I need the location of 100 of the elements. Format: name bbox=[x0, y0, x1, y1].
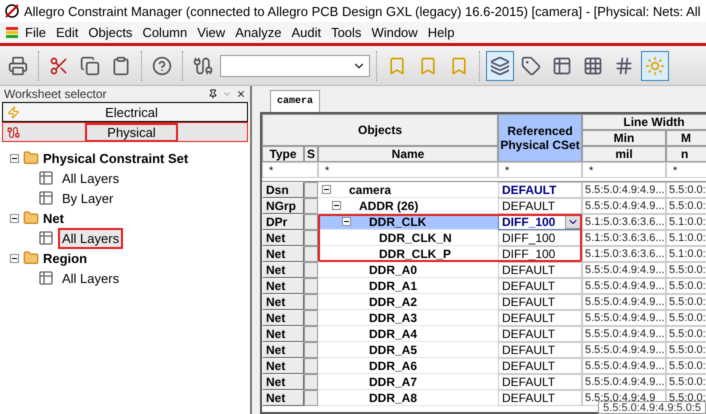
status-cell[interactable] bbox=[304, 358, 318, 374]
filter-combo[interactable] bbox=[220, 54, 370, 76]
cset-cell[interactable]: DIFF_100 bbox=[498, 214, 582, 230]
cset-cell[interactable]: DEFAULT bbox=[498, 326, 582, 342]
tree-item[interactable]: All Layers bbox=[58, 168, 124, 188]
status-cell[interactable] bbox=[304, 326, 318, 342]
cset-cell[interactable]: DEFAULT bbox=[498, 182, 582, 198]
worksheet-tab[interactable]: Electrical bbox=[2, 102, 248, 122]
type-cell[interactable]: Net bbox=[262, 262, 304, 278]
cset-cell[interactable]: DEFAULT bbox=[498, 294, 582, 310]
collapse-icon[interactable] bbox=[10, 154, 19, 162]
type-cell[interactable]: Net bbox=[262, 278, 304, 294]
menu-item[interactable]: Edit bbox=[50, 25, 84, 40]
worksheet-tab[interactable]: Physical bbox=[2, 122, 248, 142]
type-cell[interactable]: NGrp bbox=[262, 198, 304, 214]
tree-group[interactable]: Region bbox=[43, 250, 88, 266]
status-cell[interactable] bbox=[304, 246, 318, 262]
status-cell[interactable] bbox=[304, 262, 318, 278]
filter-cell[interactable]: * bbox=[498, 162, 582, 178]
name-cell[interactable]: ADDR (26) bbox=[318, 198, 498, 214]
tree-group[interactable]: Net bbox=[43, 210, 64, 226]
sun-icon[interactable] bbox=[641, 50, 669, 80]
collapse-icon[interactable] bbox=[10, 214, 19, 222]
menu-item[interactable]: Objects bbox=[83, 25, 138, 40]
collapse-icon[interactable] bbox=[342, 217, 351, 226]
name-cell[interactable]: camera bbox=[318, 182, 498, 198]
close-icon[interactable] bbox=[236, 89, 246, 99]
cset-cell[interactable]: DEFAULT bbox=[498, 374, 582, 390]
status-cell[interactable] bbox=[304, 230, 318, 246]
pin-icon[interactable] bbox=[208, 89, 218, 99]
status-cell[interactable] bbox=[304, 390, 318, 406]
table-cell: 5.5:5.0:4.9:4.9... bbox=[582, 326, 666, 342]
type-cell[interactable]: DPr bbox=[262, 214, 304, 230]
collapse-icon[interactable] bbox=[332, 201, 341, 210]
status-cell[interactable] bbox=[304, 342, 318, 358]
sheet-tab[interactable]: camera bbox=[270, 90, 320, 112]
cset-cell[interactable]: DIFF_100 bbox=[498, 230, 582, 246]
menu-item[interactable]: Help bbox=[422, 25, 460, 40]
type-cell[interactable]: Net bbox=[262, 358, 304, 374]
type-cell[interactable]: Net bbox=[262, 374, 304, 390]
tree-item[interactable]: By Layer bbox=[58, 188, 118, 208]
menu-item[interactable]: Column bbox=[137, 25, 192, 40]
menu-item[interactable]: Tools bbox=[326, 25, 366, 40]
cset-cell[interactable]: DEFAULT bbox=[498, 278, 582, 294]
object-name: DDR_CLK bbox=[369, 214, 426, 228]
filter-cell[interactable]: * bbox=[262, 162, 318, 178]
menu-icon[interactable] bbox=[4, 24, 20, 40]
status-cell[interactable] bbox=[304, 278, 318, 294]
cset-cell[interactable]: DEFAULT bbox=[498, 262, 582, 278]
filter-cell[interactable]: * bbox=[318, 162, 498, 178]
cset-cell[interactable]: DIFF_100 bbox=[498, 246, 582, 262]
menu-item[interactable]: Window bbox=[366, 25, 423, 40]
table-cell: 5.5:5.0:4.9:4.9... bbox=[582, 198, 666, 214]
column-header: n bbox=[666, 146, 706, 162]
type-cell[interactable]: Dsn bbox=[262, 182, 304, 198]
cset-cell[interactable]: DEFAULT bbox=[498, 342, 582, 358]
table-cell: 5.1:0.0: bbox=[666, 214, 706, 230]
object-name: DDR_A5 bbox=[369, 342, 418, 356]
type-cell[interactable]: Net bbox=[262, 230, 304, 246]
collapse-icon[interactable] bbox=[322, 185, 331, 194]
menu-item[interactable]: Audit bbox=[286, 25, 326, 40]
filter-cell[interactable]: * bbox=[666, 162, 706, 178]
column-header: mil bbox=[582, 146, 666, 162]
status-cell[interactable] bbox=[304, 310, 318, 326]
type-cell[interactable]: Net bbox=[262, 294, 304, 310]
status-cell[interactable] bbox=[304, 182, 318, 198]
tree-item[interactable]: All Layers bbox=[58, 228, 124, 248]
type-cell[interactable]: Net bbox=[262, 390, 304, 406]
collapse-icon[interactable] bbox=[10, 254, 19, 262]
status-cell[interactable] bbox=[304, 374, 318, 390]
table-cell: 5.5:5.0:4.9:4.9... bbox=[582, 342, 666, 358]
cset-cell[interactable]: DEFAULT bbox=[498, 310, 582, 326]
filter-cell[interactable]: * bbox=[582, 162, 666, 178]
tree-group[interactable]: Physical Constraint Set bbox=[43, 150, 188, 166]
table-cell: 5.1:0.0: bbox=[666, 246, 706, 262]
table-cell: 5.5:5.0:4.9:4.9... bbox=[582, 358, 666, 374]
object-name: DDR_A3 bbox=[369, 310, 418, 324]
table-cell: 5.1:0.0: bbox=[666, 230, 706, 246]
table-cell: 5.1:5.0:3.6:3.6... bbox=[582, 230, 666, 246]
table-cell: 5.5:0.0: bbox=[666, 358, 706, 374]
status-cell[interactable] bbox=[304, 198, 318, 214]
menu-item[interactable]: Analyze bbox=[230, 25, 286, 40]
cset-cell[interactable]: DEFAULT bbox=[498, 358, 582, 374]
cset-cell[interactable]: DEFAULT bbox=[498, 198, 582, 214]
panel-title: Worksheet selector bbox=[4, 87, 108, 101]
status-cell[interactable] bbox=[304, 294, 318, 310]
type-cell[interactable]: Net bbox=[262, 326, 304, 342]
menu-item[interactable]: View bbox=[192, 25, 230, 40]
tooltip: 5.5:5.0:4.9:4.9:5.0:5 bbox=[598, 401, 706, 414]
tree-item[interactable]: All Layers bbox=[58, 268, 124, 288]
cset-cell[interactable]: DEFAULT bbox=[498, 390, 582, 406]
type-cell[interactable]: Net bbox=[262, 246, 304, 262]
menu-item[interactable]: File bbox=[20, 25, 51, 40]
status-cell[interactable] bbox=[304, 214, 318, 230]
table-cell: 5.5:0.0: bbox=[666, 294, 706, 310]
layers-icon[interactable] bbox=[486, 50, 514, 80]
table-cell: 5.5:5.0:4.9:4.9... bbox=[582, 294, 666, 310]
folder-icon bbox=[23, 250, 39, 266]
type-cell[interactable]: Net bbox=[262, 342, 304, 358]
type-cell[interactable]: Net bbox=[262, 310, 304, 326]
